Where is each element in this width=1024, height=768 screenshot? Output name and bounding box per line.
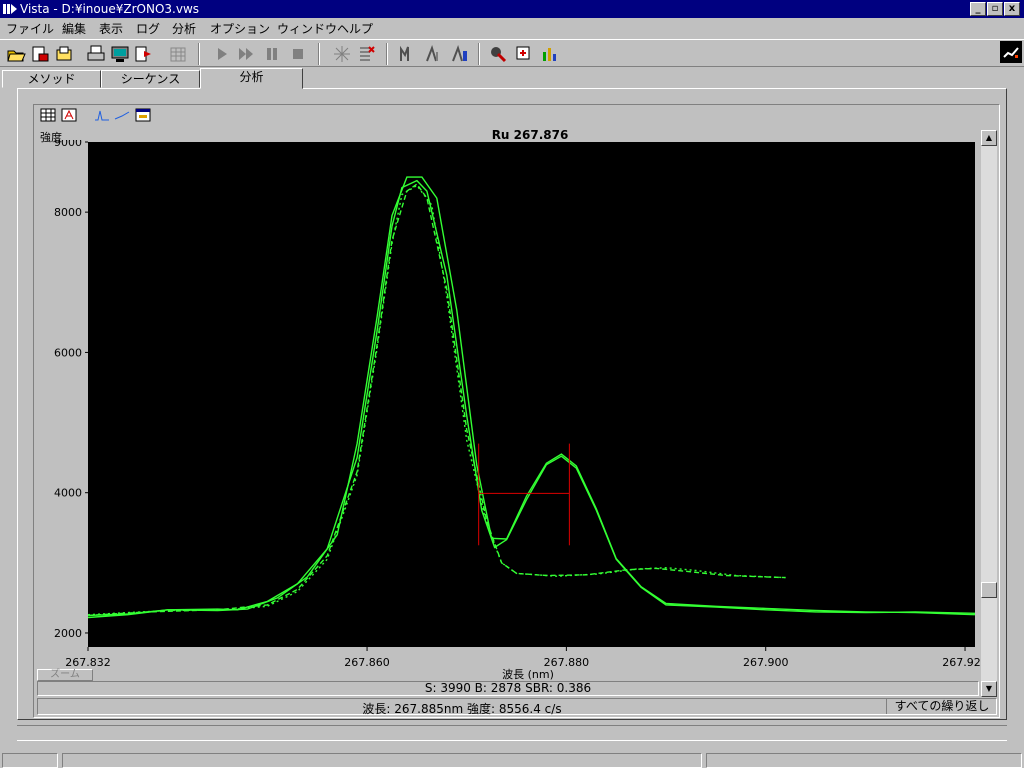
x-tick-label: 267.920: [942, 656, 980, 668]
export-icon[interactable]: [134, 44, 154, 64]
menu-window[interactable]: ウィンドウ: [277, 20, 337, 37]
pdf-icon[interactable]: [61, 108, 77, 122]
open-icon[interactable]: [6, 44, 26, 64]
tab-strip: メソッド シーケンス 分析: [0, 68, 1024, 89]
panel-divider: [17, 725, 1007, 741]
sbr-readout: S: 3990 B: 2878 SBR: 0.386: [37, 681, 979, 696]
plot-area: [88, 142, 975, 647]
wave-icon[interactable]: [398, 44, 418, 64]
toolbar-separator: [386, 43, 388, 65]
scroll-up-button[interactable]: ▲: [981, 130, 997, 146]
x-tick-label: 267.900: [743, 656, 789, 668]
y-tick-label: 4000: [54, 487, 82, 500]
tab-analysis[interactable]: 分析: [200, 68, 303, 89]
maximize-button[interactable]: ▫: [987, 2, 1003, 16]
fast-forward-icon[interactable]: [236, 44, 256, 64]
app-status-bar: [0, 751, 1024, 768]
spectrum-plot[interactable]: 20004000600080009000267.832 267.860 267.88…: [36, 140, 980, 668]
pause-icon[interactable]: [262, 44, 282, 64]
toolbar-separator: [198, 43, 200, 65]
vertical-scrollbar[interactable]: ▲ ▼: [981, 130, 997, 697]
status-cell: [62, 753, 702, 768]
tab-method[interactable]: メソッド: [2, 70, 101, 88]
save-icon[interactable]: [30, 44, 50, 64]
toolbar-separator: [478, 43, 480, 65]
cursor-readout: 波長: 267.885nm 強度: 8556.4 c/s: [362, 702, 562, 716]
window-icon[interactable]: [135, 108, 151, 122]
line-icon[interactable]: [114, 108, 130, 122]
flask-icon[interactable]: [450, 44, 470, 64]
x-axis-label: 波長 (nm): [502, 668, 554, 681]
spectrum-icon[interactable]: [94, 108, 110, 122]
scroll-down-button[interactable]: ▼: [981, 681, 997, 697]
sequence-icon[interactable]: [356, 44, 376, 64]
chart-bars-icon[interactable]: [540, 44, 560, 64]
window-title: Vista - D:¥inoue¥ZrONO3.vws: [20, 2, 200, 16]
y-tick-label: 2000: [54, 627, 82, 640]
y-tick-label: 9000: [54, 140, 82, 149]
y-tick-label: 6000: [54, 346, 82, 359]
print-icon[interactable]: [86, 44, 106, 64]
vista-logo-icon: [1000, 41, 1022, 63]
toolbar-separator: [318, 43, 320, 65]
y-tick-label: 8000: [54, 206, 82, 219]
stop-icon[interactable]: [288, 44, 308, 64]
vista-app-icon[interactable]: [3, 3, 17, 15]
scroll-thumb[interactable]: [981, 582, 997, 598]
close-button[interactable]: x: [1004, 2, 1020, 16]
calibrate-icon[interactable]: [514, 44, 534, 64]
x-tick-label: 267.860: [344, 656, 390, 668]
status-cell: [706, 753, 1022, 768]
save-as-icon[interactable]: [54, 44, 74, 64]
zoom-button[interactable]: ズーム: [37, 669, 93, 681]
minimize-button[interactable]: _: [970, 2, 986, 16]
menu-analysis[interactable]: 分析: [172, 20, 196, 37]
table-icon[interactable]: [40, 108, 56, 122]
menu-edit[interactable]: 編集: [62, 20, 86, 37]
peak-icon[interactable]: [424, 44, 444, 64]
tab-sequence[interactable]: シーケンス: [101, 70, 200, 88]
menu-log[interactable]: ログ: [136, 20, 160, 37]
grid-icon[interactable]: [168, 44, 188, 64]
menu-bar: ファイル 編集 表示 ログ 分析 オプション ウィンドウ ヘルプ: [0, 18, 1024, 38]
sparkle-icon[interactable]: [332, 44, 352, 64]
repeat-mode-field[interactable]: すべての繰り返し: [886, 699, 997, 714]
main-toolbar: [0, 39, 1024, 67]
tools-icon[interactable]: [488, 44, 508, 64]
menu-help[interactable]: ヘルプ: [337, 20, 373, 37]
x-tick-label: 267.832: [65, 656, 111, 668]
title-bar: Vista - D:¥inoue¥ZrONO3.vws _ ▫ x: [0, 0, 1024, 18]
play-icon[interactable]: [212, 44, 232, 64]
monitor-icon[interactable]: [110, 44, 130, 64]
menu-view[interactable]: 表示: [99, 20, 123, 37]
menu-file[interactable]: ファイル: [6, 20, 54, 37]
cursor-status-bar: 波長: 267.885nm 強度: 8556.4 c/s すべての繰り返し: [37, 698, 997, 716]
status-cell: [2, 753, 58, 768]
menu-options[interactable]: オプション: [210, 20, 270, 37]
